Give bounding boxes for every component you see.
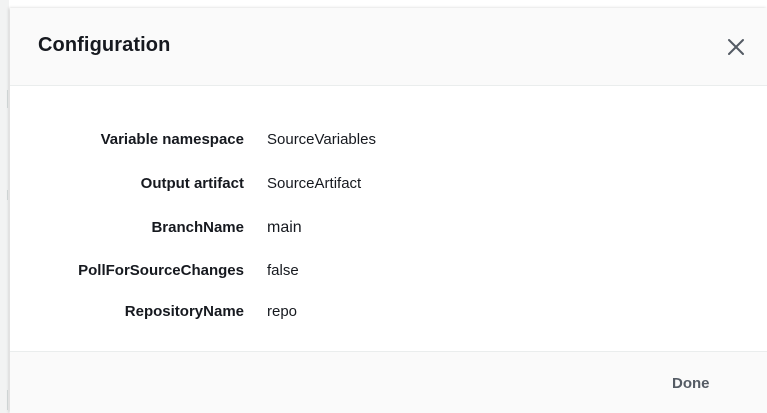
field-label: BranchName xyxy=(151,219,244,236)
field-row-branch-name: BranchName main xyxy=(10,216,767,240)
field-row-poll-for-source-changes: PollForSourceChanges false xyxy=(10,259,767,283)
field-value: repo xyxy=(267,303,298,320)
field-label: Output artifact xyxy=(140,175,244,192)
modal-footer: Done xyxy=(10,351,767,413)
modal-header: Configuration xyxy=(10,8,767,86)
field-value: SourceArtifact xyxy=(267,175,362,192)
background-panel-edge xyxy=(0,0,9,413)
modal-body: Variable namespace SourceVariables Outpu… xyxy=(10,86,767,351)
field-value: false xyxy=(267,262,299,279)
field-label: RepositoryName xyxy=(124,303,244,320)
field-row-variable-namespace: Variable namespace SourceVariables xyxy=(10,128,767,152)
close-icon xyxy=(728,39,744,55)
modal-title: Configuration xyxy=(38,34,171,56)
background-divider xyxy=(7,190,8,200)
field-value: SourceVariables xyxy=(267,131,376,148)
configuration-modal: Configuration Variable namespace SourceV… xyxy=(10,8,767,413)
close-button[interactable] xyxy=(723,34,749,60)
background-divider xyxy=(7,390,8,410)
field-row-output-artifact: Output artifact SourceArtifact xyxy=(10,172,767,196)
field-value: main xyxy=(267,219,302,236)
field-label: Variable namespace xyxy=(100,131,244,148)
field-row-repository-name: RepositoryName repo xyxy=(10,300,767,324)
field-label: PollForSourceChanges xyxy=(78,262,244,279)
background-divider xyxy=(7,90,8,108)
done-button[interactable]: Done xyxy=(668,372,714,396)
